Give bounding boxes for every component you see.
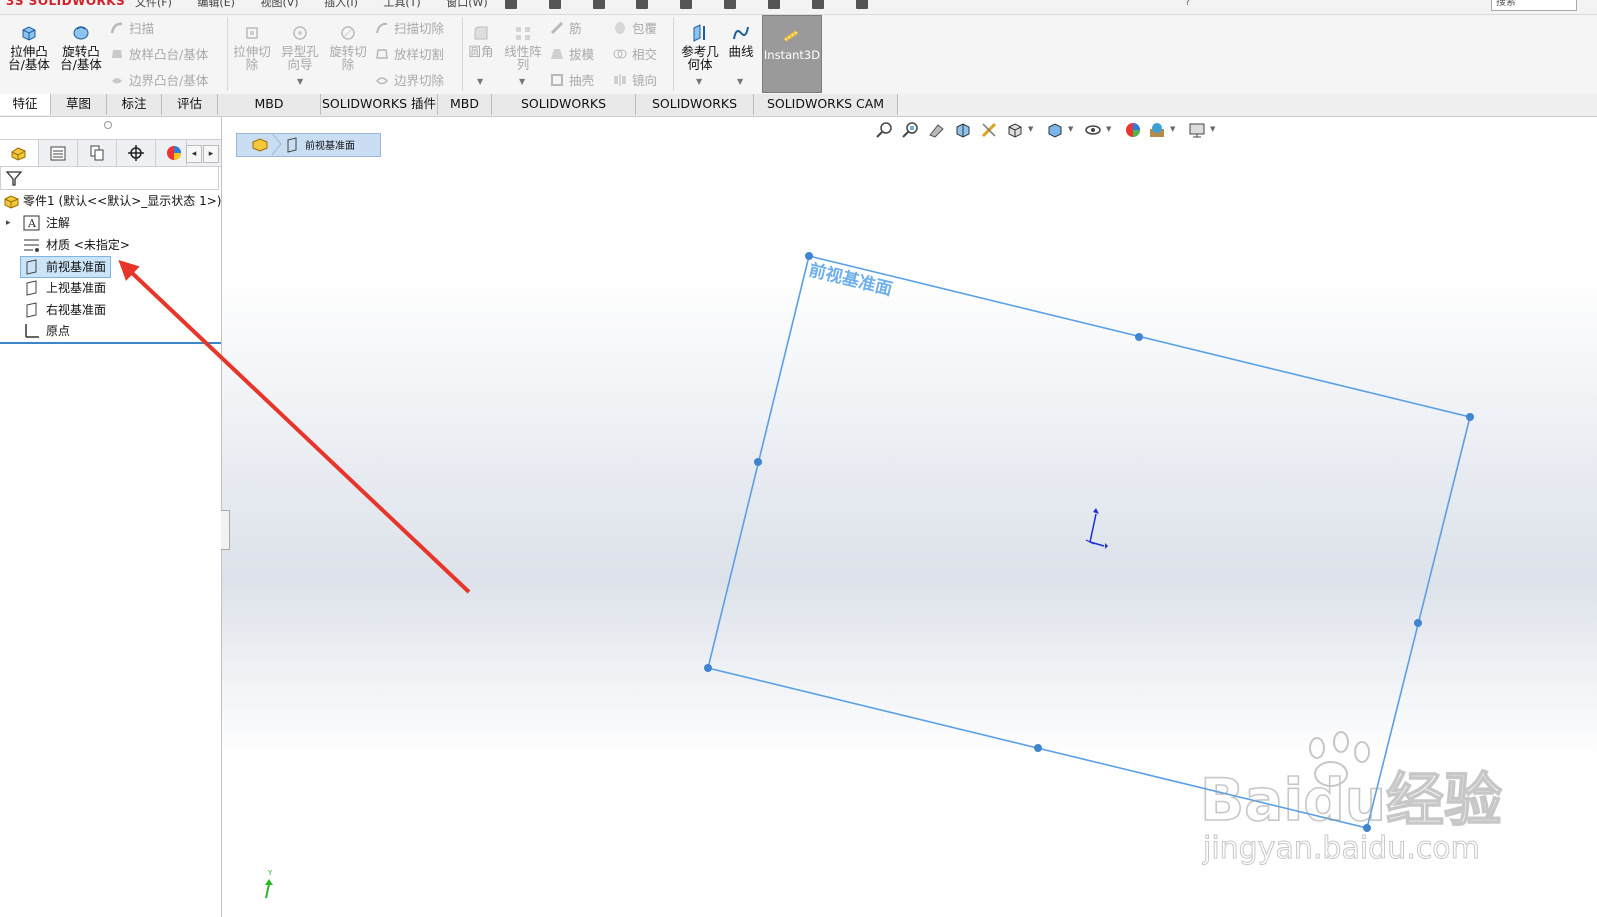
- coordinate-triad: Y: [265, 869, 273, 899]
- baidu-watermark: Baidu经验 jingyan.baidu.com: [1199, 731, 1503, 867]
- origin-marker: [1085, 508, 1108, 549]
- triad-y-label: Y: [267, 869, 273, 877]
- plane-handle[interactable]: [1414, 619, 1422, 627]
- plane-handle[interactable]: [805, 252, 813, 260]
- plane-handle[interactable]: [704, 664, 712, 672]
- red-annotation-arrow: [118, 259, 471, 594]
- plane-handle[interactable]: [754, 458, 762, 466]
- plane-handle[interactable]: [1034, 744, 1042, 752]
- graphics-overlay: 前视基准面 Y Baidu经验 jingyan.baidu.com: [118, 252, 1503, 899]
- plane-handle[interactable]: [1135, 333, 1143, 341]
- watermark-url: jingyan.baidu.com: [1202, 831, 1480, 866]
- watermark-main: Baidu经验: [1200, 766, 1502, 834]
- plane-handle[interactable]: [1466, 413, 1474, 421]
